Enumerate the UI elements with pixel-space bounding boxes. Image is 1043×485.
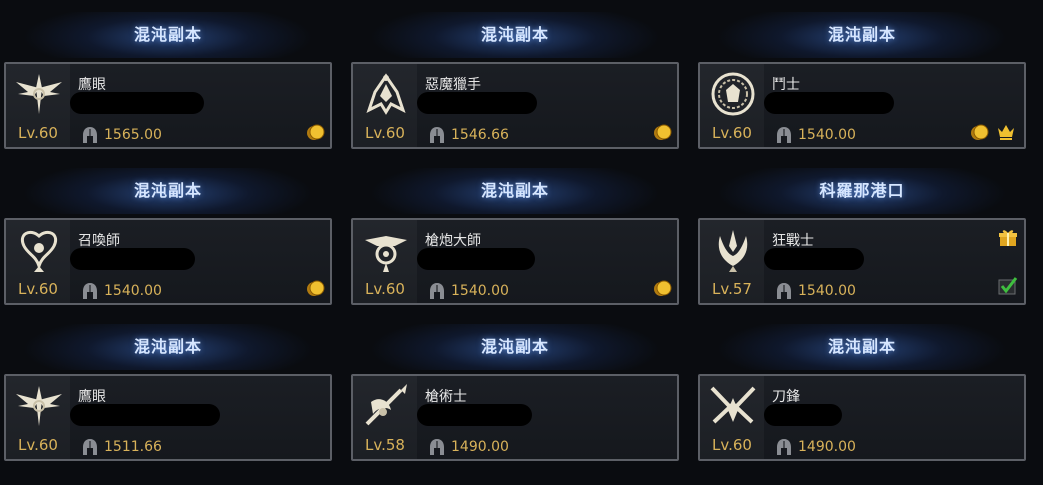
item-level: 1540.00: [798, 283, 856, 299]
character-slot[interactable]: 混沌副本 Lv.60 鷹眼 1565.00: [4, 12, 332, 167]
helmet-icon: [430, 127, 444, 143]
class-pane: Lv.58: [353, 376, 417, 459]
level-label: Lv.60: [712, 436, 752, 454]
class-pane: Lv.60: [353, 64, 417, 147]
level-label: Lv.60: [18, 436, 58, 454]
character-card[interactable]: Lv.60 鬥士 1540.00: [698, 62, 1026, 149]
class-pane: Lv.60: [6, 64, 70, 147]
item-level: 1565.00: [104, 127, 162, 143]
level-label: Lv.58: [365, 436, 405, 454]
class-pane: Lv.60: [700, 64, 764, 147]
redacted-name: [417, 404, 532, 426]
location-label: 混沌副本: [351, 324, 679, 370]
class-name: 鬥士: [772, 77, 800, 93]
berserker-emblem-icon: [718, 230, 748, 272]
item-level: 1540.00: [451, 283, 509, 299]
character-slot[interactable]: 混沌副本 Lv.60 惡魔獵手 1546.66: [351, 12, 679, 167]
location-label: 混沌副本: [351, 12, 679, 58]
character-card[interactable]: Lv.57 狂戰士 1540.00: [698, 218, 1026, 305]
coin-icon: [971, 124, 989, 140]
coin-icon: [654, 280, 672, 296]
helmet-icon: [777, 439, 791, 455]
location-label: 混沌副本: [698, 324, 1026, 370]
gift-icon[interactable]: [998, 228, 1018, 248]
helmet-icon: [777, 283, 791, 299]
class-name: 狂戰士: [772, 233, 814, 249]
character-select-grid: 混沌副本 Lv.60 鷹眼 1565.00 混沌副本 Lv.60 惡魔獵手 15…: [0, 0, 1043, 485]
level-label: Lv.60: [18, 124, 58, 142]
gunlancer-emblem-icon: [365, 236, 407, 272]
level-label: Lv.60: [365, 280, 405, 298]
character-slot[interactable]: 混沌副本 Lv.60 鷹眼 1511.66: [4, 324, 332, 479]
character-card[interactable]: Lv.60 刀鋒 1490.00: [698, 374, 1026, 461]
sharpshooter-emblem-icon: [16, 74, 62, 114]
level-label: Lv.60: [18, 280, 58, 298]
level-label: Lv.60: [365, 124, 405, 142]
item-level: 1511.66: [104, 439, 162, 455]
checkmark-icon: [998, 277, 1018, 295]
class-name: 刀鋒: [772, 389, 800, 405]
class-name: 召喚師: [78, 233, 120, 249]
class-pane: Lv.60: [700, 376, 764, 459]
level-label: Lv.60: [712, 124, 752, 142]
item-level: 1490.00: [451, 439, 509, 455]
location-label: 混沌副本: [351, 168, 679, 214]
wardancer-emblem-icon: [711, 72, 755, 116]
character-slot[interactable]: 混沌副本 Lv.58 槍術士 1490.00: [351, 324, 679, 479]
class-pane: Lv.57: [700, 220, 764, 303]
character-card[interactable]: Lv.60 槍炮大師 1540.00: [351, 218, 679, 305]
redacted-name: [764, 248, 864, 270]
coin-icon: [307, 124, 325, 140]
helmet-icon: [777, 127, 791, 143]
class-pane: Lv.60: [353, 220, 417, 303]
character-card[interactable]: Lv.60 鷹眼 1511.66: [4, 374, 332, 461]
character-slot[interactable]: 混沌副本 Lv.60 刀鋒 1490.00: [698, 324, 1026, 479]
deathblade-emblem-icon: [710, 386, 756, 424]
location-label: 混沌副本: [698, 12, 1026, 58]
class-pane: Lv.60: [6, 376, 70, 459]
class-name: 惡魔獵手: [425, 77, 481, 93]
class-pane: Lv.60: [6, 220, 70, 303]
helmet-icon: [430, 283, 444, 299]
character-card[interactable]: Lv.58 槍術士 1490.00: [351, 374, 679, 461]
lancemaster-emblem-icon: [365, 384, 407, 426]
class-name: 鷹眼: [78, 77, 106, 93]
redacted-name: [764, 404, 842, 426]
location-label: 科羅那港口: [698, 168, 1026, 214]
character-card[interactable]: Lv.60 鷹眼 1565.00: [4, 62, 332, 149]
helmet-icon: [83, 283, 97, 299]
character-card[interactable]: Lv.60 召喚師 1540.00: [4, 218, 332, 305]
coin-icon: [307, 280, 325, 296]
redacted-name: [417, 92, 537, 114]
item-level: 1540.00: [104, 283, 162, 299]
character-slot[interactable]: 科羅那港口 Lv.57 狂戰士 1540.00: [698, 168, 1026, 323]
character-slot[interactable]: 混沌副本 Lv.60 召喚師 1540.00: [4, 168, 332, 323]
helmet-icon: [83, 439, 97, 455]
redacted-name: [70, 404, 220, 426]
character-slot[interactable]: 混沌副本 Lv.60 鬥士 1540.00: [698, 12, 1026, 167]
item-level: 1540.00: [798, 127, 856, 143]
deadeye-emblem-icon: [366, 73, 406, 115]
level-label: Lv.57: [712, 280, 752, 298]
summoner-emblem-icon: [21, 230, 57, 272]
redacted-name: [70, 248, 195, 270]
location-label: 混沌副本: [4, 168, 332, 214]
helmet-icon: [430, 439, 444, 455]
item-level: 1546.66: [451, 127, 509, 143]
class-name: 槍術士: [425, 389, 467, 405]
class-name: 槍炮大師: [425, 233, 481, 249]
character-card[interactable]: Lv.60 惡魔獵手 1546.66: [351, 62, 679, 149]
redacted-name: [417, 248, 535, 270]
sharpshooter-emblem-icon: [16, 386, 62, 426]
coin-icon: [654, 124, 672, 140]
location-label: 混沌副本: [4, 12, 332, 58]
character-slot[interactable]: 混沌副本 Lv.60 槍炮大師 1540.00: [351, 168, 679, 323]
crown-icon: [998, 125, 1014, 140]
helmet-icon: [83, 127, 97, 143]
class-name: 鷹眼: [78, 389, 106, 405]
item-level: 1490.00: [798, 439, 856, 455]
location-label: 混沌副本: [4, 324, 332, 370]
redacted-name: [70, 92, 204, 114]
redacted-name: [764, 92, 894, 114]
